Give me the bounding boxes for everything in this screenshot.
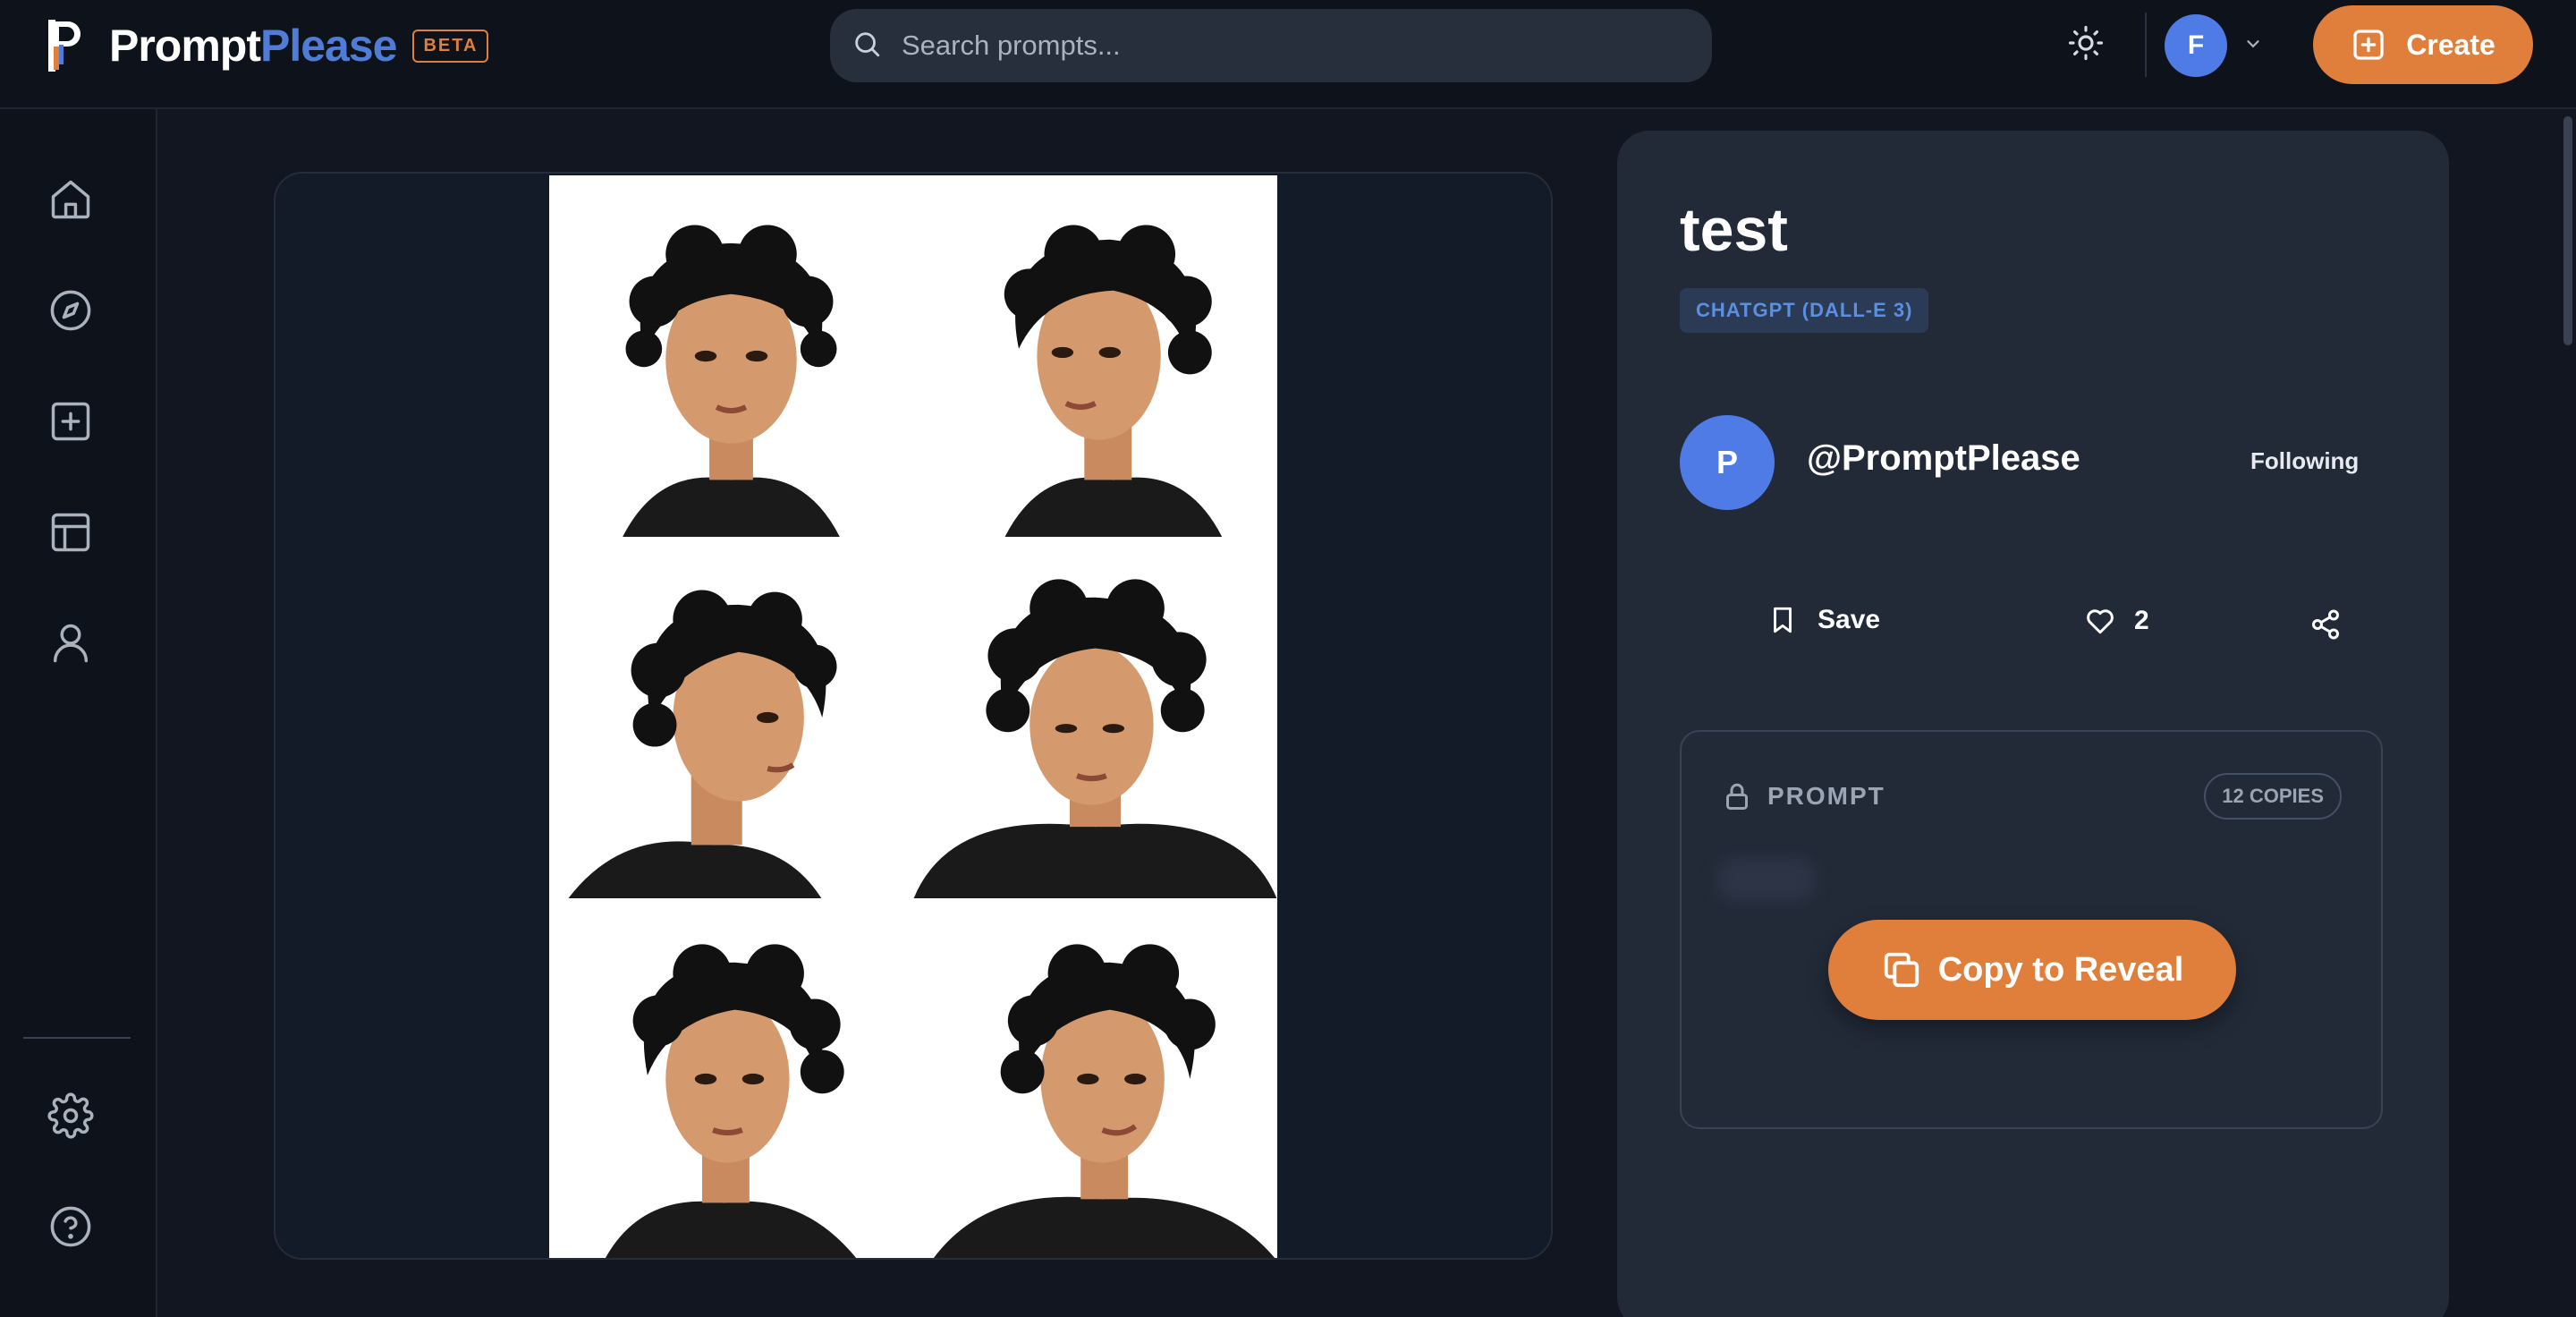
brand-name-part2: Please [260,21,397,71]
like-button[interactable]: 2 [2084,605,2149,637]
save-button[interactable]: Save [1767,605,1880,635]
sidebar-item-settings[interactable] [47,1092,95,1140]
user-avatar[interactable]: F [2165,14,2227,77]
copy-icon [1884,952,1919,988]
sidebar-item-home[interactable] [47,175,95,224]
portrait-2 [913,175,1277,537]
heart-icon [2087,609,2114,634]
sidebar-item-explore[interactable] [47,286,95,335]
save-label: Save [1818,605,1881,634]
search-input[interactable] [902,30,1617,62]
sidebar-item-profile[interactable] [47,619,95,667]
image-preview-card[interactable] [274,172,1553,1260]
generated-image[interactable] [549,175,1277,1258]
author-avatar[interactable]: P [1680,415,1775,510]
portrait-5 [549,898,913,1258]
layout-icon [51,513,90,552]
create-label: Create [2406,28,2496,61]
header-divider [2145,13,2147,77]
bookmark-icon [1774,607,1792,633]
portrait-3 [549,537,913,898]
sidebar-divider [23,1037,131,1039]
model-badge[interactable]: CHATGPT (DALL-E 3) [1680,288,1929,333]
search-icon [852,29,882,64]
plus-square-icon [2353,30,2384,60]
help-icon [50,1206,91,1247]
reveal-label: Copy to Reveal [1937,950,2184,989]
search-bar[interactable] [830,9,1712,82]
top-header: PromptPlease BETA F Create [0,0,2576,109]
gear-icon [47,1092,94,1139]
portrait-6 [913,898,1277,1258]
copy-to-reveal-button[interactable]: Copy to Reveal [1828,920,2236,1020]
blurred-prompt-text [1717,857,1816,902]
portrait-1 [549,175,913,537]
create-button[interactable]: Create [2313,5,2533,84]
plus-square-icon [51,402,90,441]
like-count: 2 [2134,606,2149,635]
brand-name-part1: Prompt [109,21,261,71]
author-name[interactable]: @PromptPlease [1807,438,2080,479]
compass-icon [50,290,91,331]
chevron-down-icon[interactable] [2243,34,2263,54]
sidebar-item-help[interactable] [47,1202,95,1251]
logo-icon [47,18,82,73]
sidebar-item-create[interactable] [47,397,95,446]
share-button[interactable] [2306,605,2345,644]
prompt-section-label: PROMPT [1721,780,1885,812]
share-icon [2312,609,2339,640]
follow-button[interactable]: Following [2250,447,2359,475]
prompt-box: PROMPT 12 COPIES Copy to Reveal [1680,730,2383,1129]
beta-badge: BETA [412,29,489,63]
prompt-label-text: PROMPT [1767,782,1885,810]
lock-icon [1726,783,1748,810]
portrait-4 [913,537,1277,898]
user-icon [53,624,89,663]
brand-name: PromptPlease [109,20,397,72]
page-scrollbar[interactable] [2563,116,2572,345]
sun-icon [2067,24,2105,66]
sidebar-item-templates[interactable] [47,508,95,557]
prompt-title: test [1680,196,1788,264]
home-icon [51,180,90,219]
copies-badge: 12 COPIES [2204,773,2342,820]
sidebar [0,109,157,1317]
theme-toggle-button[interactable] [2064,23,2107,66]
brand-logo[interactable]: PromptPlease BETA [47,18,489,73]
prompt-detail-panel: test CHATGPT (DALL-E 3) P @PromptPlease … [1617,131,2449,1317]
